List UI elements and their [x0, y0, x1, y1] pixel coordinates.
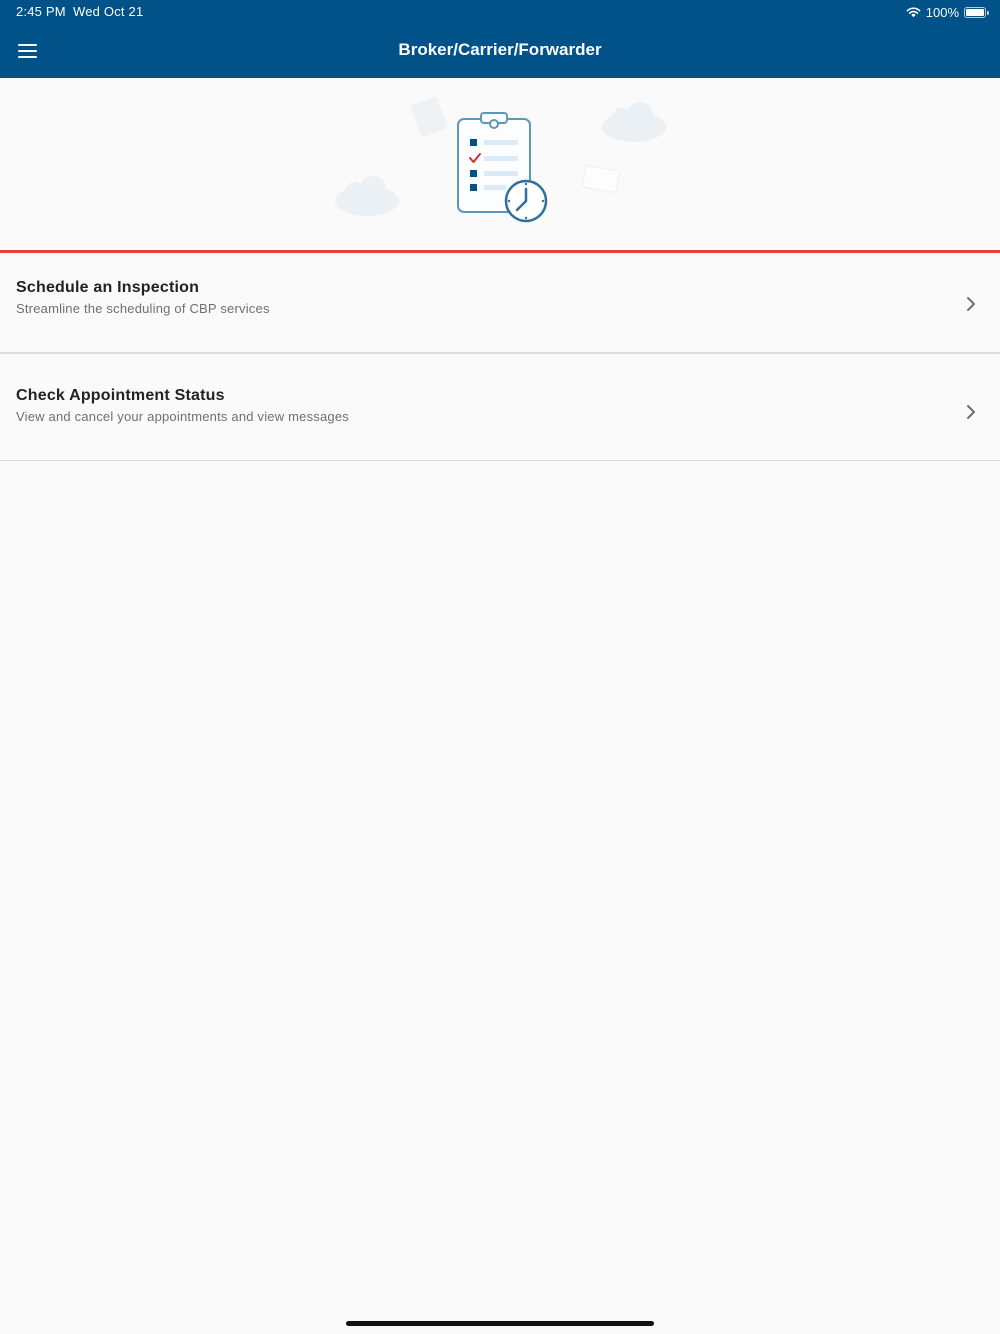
status-date: Wed Oct 21	[73, 4, 144, 19]
chevron-right-icon	[967, 297, 975, 311]
cloud-left-icon	[335, 176, 399, 216]
status-indicators: 100%	[906, 3, 989, 21]
hero-banner	[0, 78, 1000, 251]
menu-item-subtitle: Streamline the scheduling of CBP service…	[16, 301, 270, 316]
menu-item-subtitle: View and cancel your appointments and vi…	[16, 409, 349, 424]
menu-item-check-appointment-status[interactable]: Check Appointment Status View and cancel…	[0, 361, 1000, 461]
row-divider	[0, 353, 1000, 354]
wifi-icon	[906, 7, 921, 18]
battery-icon	[964, 6, 989, 18]
app-header: 2:45 PM Wed Oct 21 100% Broker/Carrier/F…	[0, 0, 1000, 78]
page-title: Broker/Carrier/Forwarder	[398, 40, 602, 59]
status-time: 2:45 PM	[16, 4, 66, 19]
menu-item-schedule-inspection[interactable]: Schedule an Inspection Streamline the sc…	[0, 253, 1000, 353]
battery-percentage: 100%	[925, 4, 959, 20]
clipboard-checklist-clock-illustration	[335, 97, 666, 223]
paper-left-icon	[410, 97, 448, 137]
battery-fill	[966, 8, 984, 16]
chevron-right-icon	[967, 405, 975, 419]
paper-right-icon	[582, 165, 620, 193]
cloud-right-icon	[602, 102, 666, 142]
menu-item-title: Check Appointment Status	[16, 387, 225, 404]
menu-item-title: Schedule an Inspection	[16, 279, 200, 296]
home-indicator[interactable]	[346, 1321, 654, 1326]
